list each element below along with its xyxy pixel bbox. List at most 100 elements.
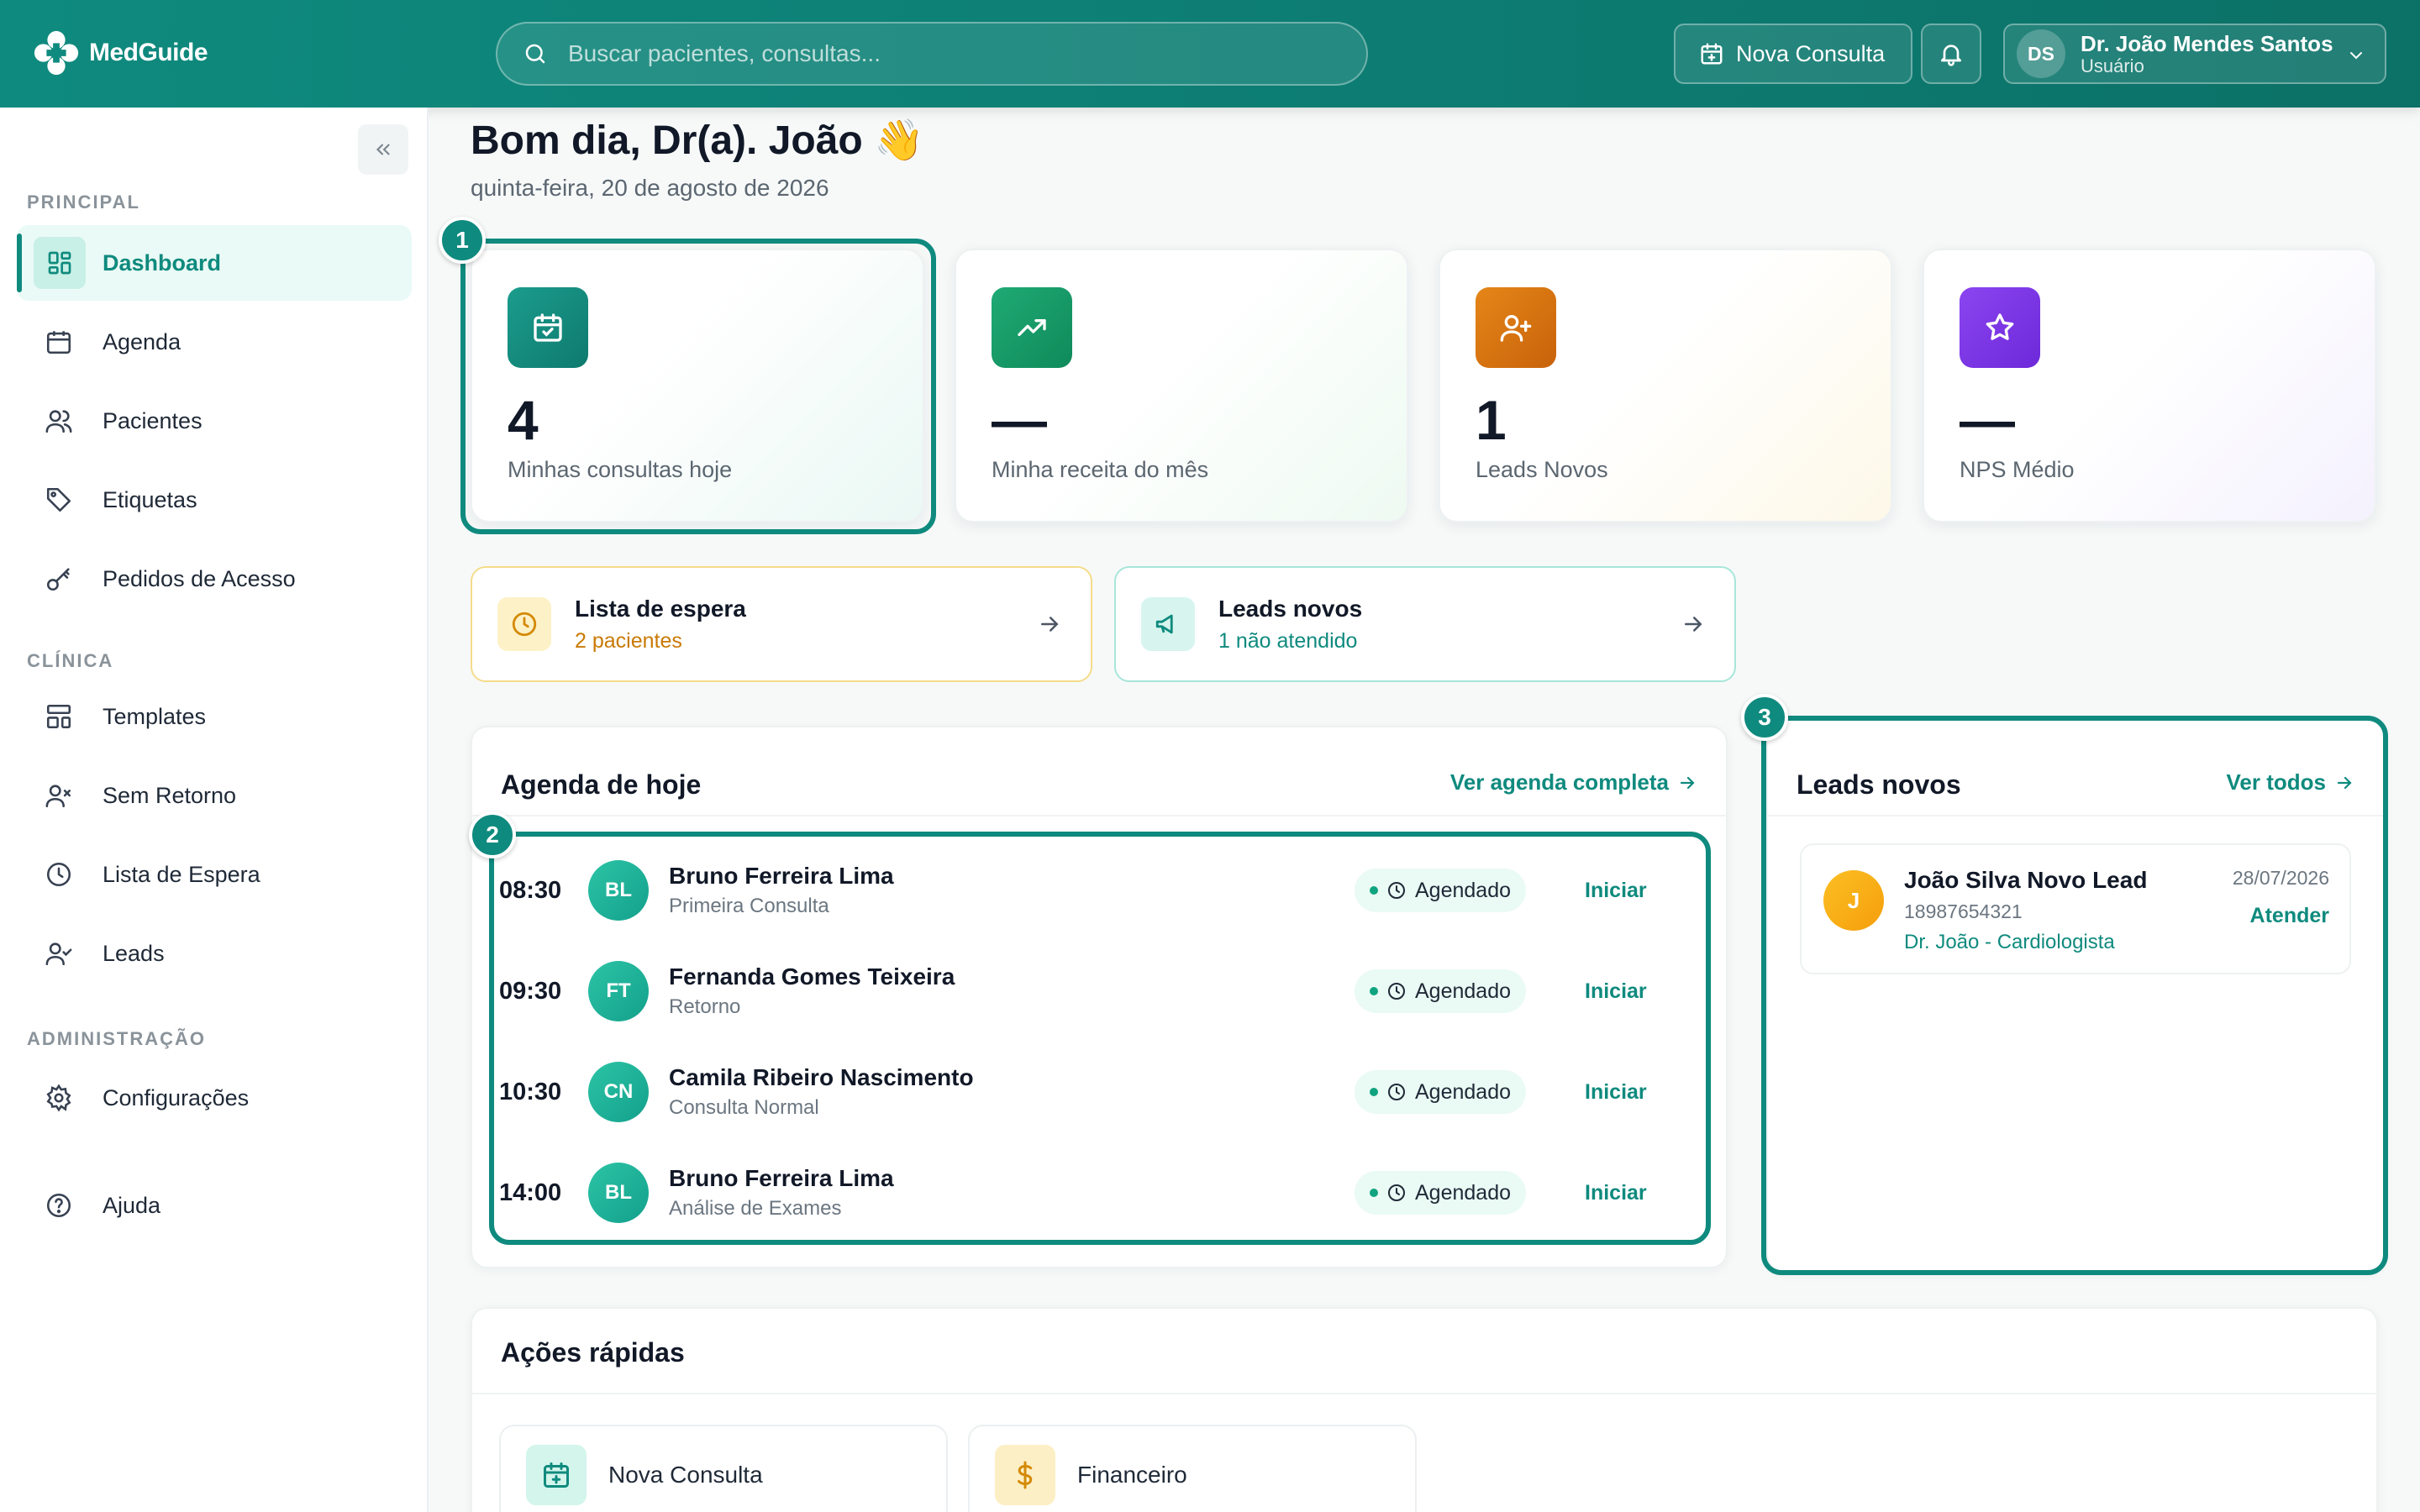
patient-avatar: FT <box>588 961 649 1021</box>
stat-card-consultas[interactable]: 4 Minhas consultas hoje <box>471 249 924 522</box>
new-consult-button[interactable]: Nova Consulta <box>1674 24 1912 84</box>
search-input[interactable] <box>568 40 1307 67</box>
step-badge: 3 <box>1741 694 1788 741</box>
agenda-panel: Agenda de hoje Ver agenda completa 08:30… <box>471 726 1728 1268</box>
sidebar-item-configuracoes[interactable]: Configurações <box>17 1060 412 1136</box>
calendar-plus-icon <box>526 1445 587 1505</box>
quick-actions-title: Ações rápidas <box>501 1337 685 1368</box>
alert-title: Lista de espera <box>575 595 746 622</box>
leads-alert-card[interactable]: Leads novos 1 não atendido <box>1114 566 1736 682</box>
stat-card-receita[interactable]: — Minha receita do mês <box>955 249 1408 522</box>
search-bar[interactable] <box>496 22 1368 86</box>
collapse-sidebar-button[interactable] <box>358 124 408 175</box>
sidebar-item-label: Pedidos de Acesso <box>103 565 296 591</box>
waitlist-alert-card[interactable]: Lista de espera 2 pacientes <box>471 566 1092 682</box>
appointment-type: Análise de Exames <box>669 1197 842 1220</box>
medguide-logo-icon <box>34 30 79 76</box>
quick-action-nova-consulta[interactable]: Nova Consulta <box>499 1425 948 1512</box>
sidebar-item-pedidos-acesso[interactable]: Pedidos de Acesso <box>17 541 412 617</box>
stat-label: Minha receita do mês <box>992 457 1209 482</box>
status-dot <box>1370 886 1378 895</box>
gear-icon <box>40 1079 77 1116</box>
lead-card[interactable]: J João Silva Novo Lead 18987654321 Dr. J… <box>1800 843 2351 974</box>
sidebar-item-label: Agenda <box>103 328 182 354</box>
status-badge: Agendado <box>1355 1171 1527 1215</box>
patient-name: Camila Ribeiro Nascimento <box>669 1064 974 1090</box>
chevron-down-icon <box>2350 52 2362 60</box>
stat-value: 1 <box>1476 389 1507 451</box>
sidebar-item-dashboard[interactable]: Dashboard <box>17 225 412 301</box>
stat-label: Minhas consultas hoje <box>508 457 733 482</box>
trending-up-icon <box>992 287 1072 368</box>
quick-action-financeiro[interactable]: Financeiro <box>968 1425 1417 1512</box>
alert-title: Leads novos <box>1218 595 1363 622</box>
sidebar-item-etiquetas[interactable]: Etiquetas <box>17 462 412 538</box>
appointment-type: Consulta Normal <box>669 1096 819 1119</box>
app-name: MedGuide <box>89 39 208 66</box>
clock-icon <box>1388 1084 1405 1100</box>
user-menu-button[interactable]: DS Dr. João Mendes Santos Usuário <box>2003 24 2386 84</box>
patient-avatar: CN <box>588 1062 649 1122</box>
status-badge: Agendado <box>1355 1070 1527 1114</box>
status-label: Agendado <box>1415 1079 1512 1104</box>
status-dot <box>1370 1189 1378 1197</box>
start-appointment-button[interactable]: Iniciar <box>1585 979 1647 1004</box>
patient-name: Bruno Ferreira Lima <box>669 1165 894 1191</box>
appointment-row[interactable]: 10:30 CN Camila Ribeiro Nascimento Consu… <box>489 1042 1657 1142</box>
megaphone-icon <box>1141 597 1195 651</box>
stat-card-leads[interactable]: 1 Leads Novos <box>1439 249 1892 522</box>
key-icon <box>40 560 77 597</box>
calendar-check-icon <box>508 287 588 368</box>
stat-label: NPS Médio <box>1960 457 2075 482</box>
dollar-icon <box>995 1445 1055 1505</box>
calendar-plus-icon <box>1701 43 1723 65</box>
divider <box>472 1393 2376 1394</box>
appointment-row[interactable]: 14:00 BL Bruno Ferreira Lima Análise de … <box>489 1142 1657 1243</box>
sidebar-item-label: Sem Retorno <box>103 782 237 808</box>
sidebar-item-templates[interactable]: Templates <box>17 679 412 754</box>
status-label: Agendado <box>1415 1180 1512 1205</box>
stat-value: 4 <box>508 389 539 451</box>
logo[interactable]: MedGuide <box>32 25 208 81</box>
notifications-button[interactable] <box>1921 24 1981 84</box>
view-all-leads-link[interactable]: Ver todos <box>2227 769 2354 795</box>
quick-action-label: Nova Consulta <box>608 1462 763 1488</box>
sidebar-item-label: Configurações <box>103 1084 250 1110</box>
patient-name: Bruno Ferreira Lima <box>669 863 894 889</box>
sidebar-item-pacientes[interactable]: Pacientes <box>17 383 412 459</box>
user-avatar: DS <box>2017 29 2065 78</box>
page-title: Bom dia, Dr(a). João 👋 <box>471 118 924 163</box>
status-label: Agendado <box>1415 979 1512 1003</box>
sidebar-item-ajuda[interactable]: Ajuda <box>17 1168 412 1243</box>
appointment-type: Retorno <box>669 995 741 1018</box>
start-appointment-button[interactable]: Iniciar <box>1585 1181 1647 1205</box>
stat-card-nps[interactable]: — NPS Médio <box>1923 249 2376 522</box>
star-icon <box>1960 287 2040 368</box>
top-bar: MedGuide Nova Consulta DS Dr. João Mende… <box>0 0 2420 108</box>
sidebar-item-leads[interactable]: Leads <box>17 916 412 991</box>
calendar-icon <box>40 323 77 360</box>
sidebar-item-sem-retorno[interactable]: Sem Retorno <box>17 758 412 833</box>
sidebar-item-agenda[interactable]: Agenda <box>17 304 412 380</box>
sidebar-item-label: Pacientes <box>103 407 203 433</box>
appointment-row[interactable]: 09:30 FT Fernanda Gomes Teixeira Retorno… <box>489 941 1657 1042</box>
arrow-right-icon <box>1041 617 1059 632</box>
user-x-icon <box>40 777 77 814</box>
lead-avatar: J <box>1823 870 1884 931</box>
sidebar-item-label: Templates <box>103 703 207 729</box>
user-role: Usuário <box>2081 55 2144 76</box>
start-appointment-button[interactable]: Iniciar <box>1585 879 1647 903</box>
stat-value: — <box>992 389 1047 451</box>
step-badge: 1 <box>439 217 486 264</box>
appointment-row[interactable]: 08:30 BL Bruno Ferreira Lima Primeira Co… <box>489 840 1657 941</box>
alert-subtitle: 1 não atendido <box>1218 628 1358 653</box>
sidebar-item-lista-espera[interactable]: Lista de Espera <box>17 837 412 912</box>
status-dot <box>1370 1088 1378 1096</box>
clock-icon <box>497 597 551 651</box>
arrow-right-icon <box>2337 776 2352 789</box>
start-appointment-button[interactable]: Iniciar <box>1585 1080 1647 1105</box>
view-full-agenda-link[interactable]: Ver agenda completa <box>1450 769 1697 795</box>
appointment-type: Primeira Consulta <box>669 895 829 917</box>
attend-lead-button[interactable]: Atender <box>2250 904 2329 928</box>
search-icon <box>525 44 545 64</box>
